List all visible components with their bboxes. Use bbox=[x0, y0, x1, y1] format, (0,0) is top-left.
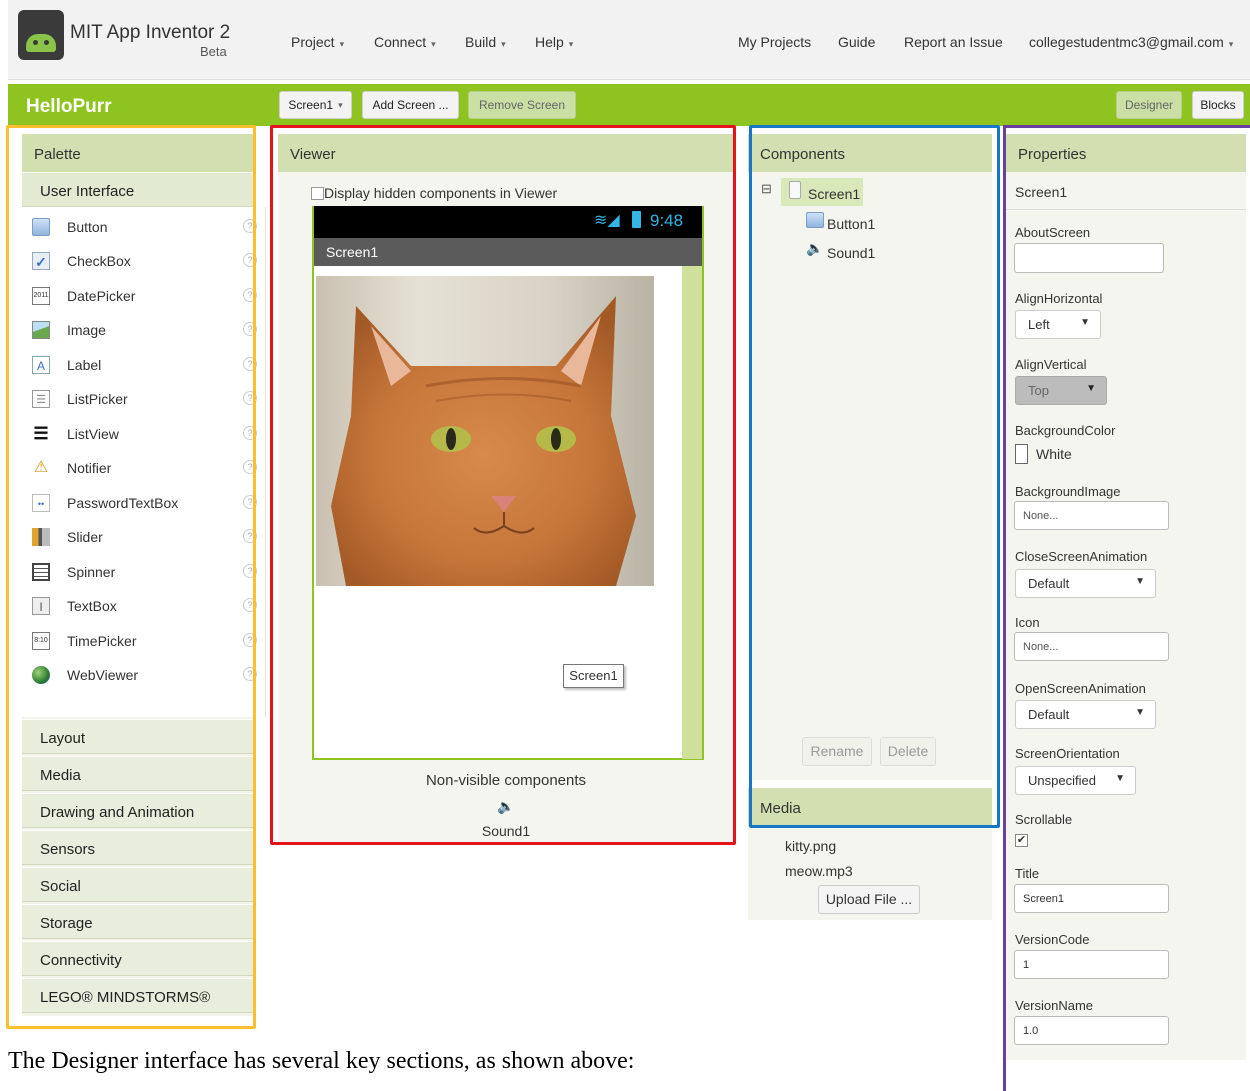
caret-down-icon: ▾ bbox=[431, 39, 436, 49]
account-menu[interactable]: collegestudentmc3@gmail.com ▾ bbox=[1029, 34, 1233, 50]
menu-build[interactable]: Build ▾ bbox=[465, 34, 506, 50]
link-my-projects[interactable]: My Projects bbox=[738, 34, 811, 50]
app-title: MIT App Inventor 2 bbox=[70, 22, 231, 43]
components-highlight-box bbox=[749, 125, 1000, 828]
menu-project[interactable]: Project ▾ bbox=[291, 34, 344, 50]
upload-file-button[interactable]: Upload File ... bbox=[818, 885, 920, 914]
menu-help[interactable]: Help ▾ bbox=[535, 34, 573, 50]
project-toolbar bbox=[8, 84, 1250, 126]
palette-highlight-box bbox=[6, 125, 256, 1029]
properties-highlight-box bbox=[1003, 125, 1250, 1091]
add-screen-button[interactable]: Add Screen ... bbox=[362, 91, 459, 119]
caret-down-icon: ▾ bbox=[501, 39, 506, 49]
caption-text: The Designer interface has several key s… bbox=[8, 1048, 635, 1074]
caret-down-icon: ▾ bbox=[339, 39, 345, 49]
link-guide[interactable]: Guide bbox=[838, 34, 875, 50]
remove-screen-button[interactable]: Remove Screen bbox=[468, 91, 576, 119]
caret-down-icon: ▾ bbox=[1228, 39, 1234, 49]
designer-button[interactable]: Designer bbox=[1116, 91, 1182, 119]
caret-down-icon: ▾ bbox=[338, 99, 343, 110]
menu-connect[interactable]: Connect ▾ bbox=[374, 34, 436, 50]
beta-badge: Beta bbox=[200, 44, 227, 59]
viewer-highlight-box bbox=[270, 125, 736, 845]
top-bar: MIT App Inventor 2 Beta Project ▾ Connect… bbox=[8, 0, 1250, 80]
blocks-button[interactable]: Blocks bbox=[1192, 91, 1244, 119]
link-report-issue[interactable]: Report an Issue bbox=[904, 34, 1003, 50]
screen-select-button[interactable]: Screen1 ▾ bbox=[279, 91, 352, 119]
media-file-kitty[interactable]: kitty.png bbox=[785, 838, 836, 854]
app-inventor-logo-icon[interactable] bbox=[18, 10, 64, 60]
app-inventor-designer: MIT App Inventor 2 Beta Project ▾ Connect… bbox=[0, 0, 1250, 1091]
project-name: HelloPurr bbox=[26, 96, 112, 117]
media-file-meow[interactable]: meow.mp3 bbox=[785, 863, 853, 879]
caret-down-icon: ▾ bbox=[568, 39, 574, 49]
